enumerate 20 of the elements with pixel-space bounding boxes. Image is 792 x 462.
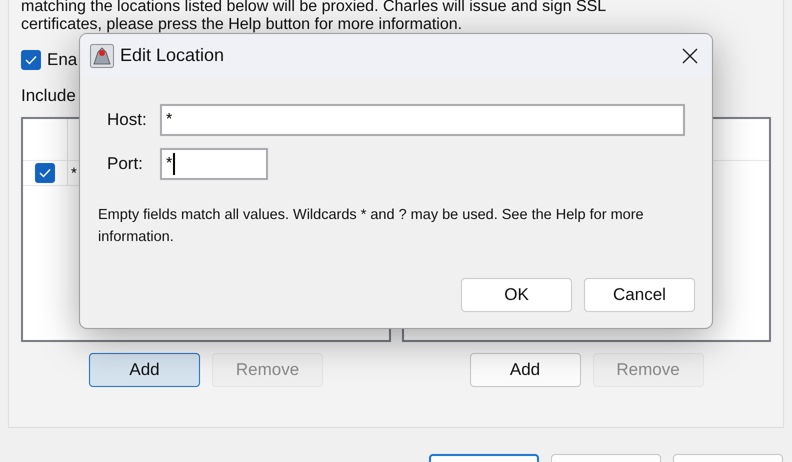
dialog-title: Edit Location [120, 45, 226, 66]
enable-checkbox[interactable] [21, 50, 41, 70]
help-note: Empty fields match all values. Wildcards * and ? may be used. See the Help for more information. [98, 206, 645, 247]
host-field[interactable]: * [160, 104, 685, 136]
close-icon[interactable] [682, 48, 698, 64]
ok-button[interactable]: OK [461, 278, 572, 312]
field-label: Host: [106, 110, 148, 130]
app-icon [90, 44, 114, 68]
row-checkbox[interactable] [35, 163, 55, 183]
add-button[interactable]: Add [89, 353, 200, 387]
text-cursor [173, 153, 176, 175]
checkmark-icon [25, 55, 37, 65]
port-field[interactable]: * [160, 148, 268, 180]
field-label: Port: [106, 154, 144, 174]
include-label: Include [21, 86, 76, 106]
cancel-button[interactable]: Cancel [584, 278, 695, 312]
checkmark-icon [39, 168, 51, 178]
table-cell: * [71, 164, 77, 182]
enable-label: Ena [47, 50, 78, 70]
add-button[interactable]: Add [470, 353, 580, 387]
